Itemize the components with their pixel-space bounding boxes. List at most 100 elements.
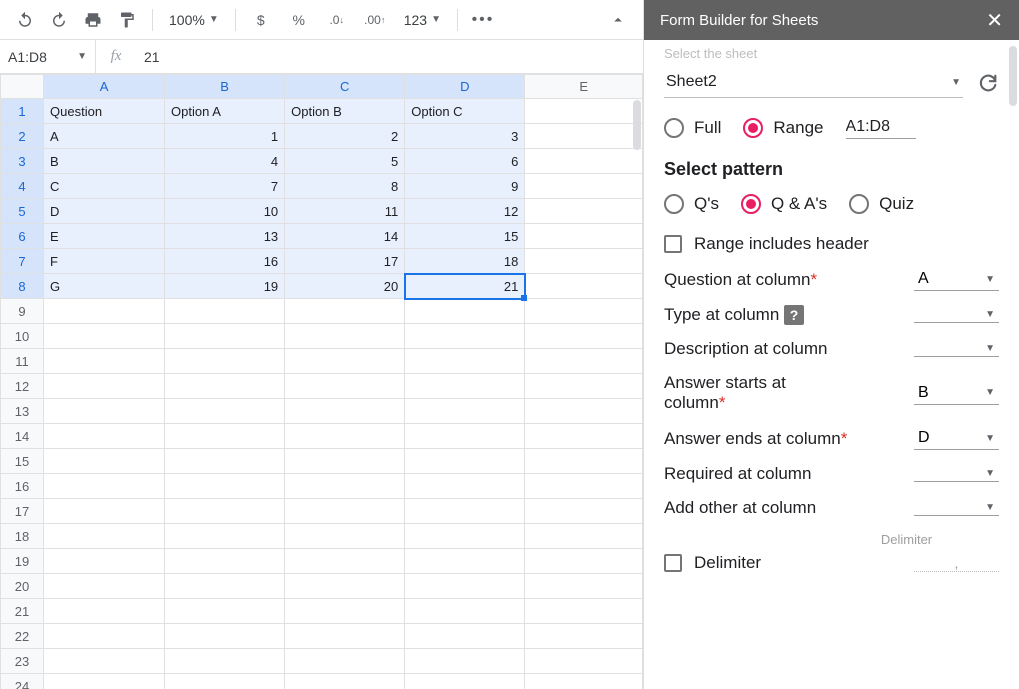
- cell[interactable]: [44, 299, 165, 324]
- print-button[interactable]: [80, 7, 106, 33]
- cell[interactable]: [44, 374, 165, 399]
- cell[interactable]: [44, 424, 165, 449]
- row-header[interactable]: 4: [1, 174, 44, 199]
- cell[interactable]: C: [44, 174, 165, 199]
- cell[interactable]: [525, 649, 643, 674]
- cell[interactable]: 7: [165, 174, 285, 199]
- cell[interactable]: 3: [405, 124, 525, 149]
- sheet-dropdown[interactable]: Sheet2▼: [664, 67, 963, 98]
- cell[interactable]: [525, 524, 643, 549]
- cell[interactable]: 2: [285, 124, 405, 149]
- percent-button[interactable]: %: [286, 7, 312, 33]
- cell[interactable]: [525, 274, 643, 299]
- cell[interactable]: 12: [405, 199, 525, 224]
- cell[interactable]: [525, 124, 643, 149]
- cell[interactable]: 20: [285, 274, 405, 299]
- cell[interactable]: [44, 399, 165, 424]
- row-header[interactable]: 19: [1, 549, 44, 574]
- more-toolbar-button[interactable]: •••: [470, 7, 496, 33]
- cell[interactable]: 6: [405, 149, 525, 174]
- row-header[interactable]: 14: [1, 424, 44, 449]
- cell[interactable]: [285, 299, 405, 324]
- paint-format-button[interactable]: [114, 7, 140, 33]
- row-header[interactable]: 20: [1, 574, 44, 599]
- grid-area[interactable]: ABCDE1QuestionOption AOption BOption C2A…: [0, 74, 643, 689]
- cell[interactable]: [525, 349, 643, 374]
- cell[interactable]: [44, 499, 165, 524]
- cell[interactable]: [525, 424, 643, 449]
- cell[interactable]: [165, 499, 285, 524]
- cell[interactable]: [525, 549, 643, 574]
- cell[interactable]: 9: [405, 174, 525, 199]
- cell[interactable]: [405, 324, 525, 349]
- cell[interactable]: [405, 649, 525, 674]
- row-header[interactable]: 9: [1, 299, 44, 324]
- cell[interactable]: 17: [285, 249, 405, 274]
- cell[interactable]: [405, 524, 525, 549]
- row-header[interactable]: 24: [1, 674, 44, 689]
- cell[interactable]: [525, 324, 643, 349]
- row-header[interactable]: 15: [1, 449, 44, 474]
- cell[interactable]: 14: [285, 224, 405, 249]
- currency-button[interactable]: $: [248, 7, 274, 33]
- answer-start-dropdown[interactable]: B▼: [914, 382, 999, 405]
- cell[interactable]: [405, 399, 525, 424]
- cell[interactable]: 1: [165, 124, 285, 149]
- row-header[interactable]: 17: [1, 499, 44, 524]
- cell[interactable]: [165, 449, 285, 474]
- cell[interactable]: [285, 549, 405, 574]
- vertical-scrollbar[interactable]: [633, 100, 641, 150]
- cell[interactable]: [285, 574, 405, 599]
- cell[interactable]: [405, 349, 525, 374]
- row-header[interactable]: 3: [1, 149, 44, 174]
- column-header[interactable]: C: [285, 75, 405, 99]
- scope-range-radio[interactable]: Range: [743, 118, 823, 138]
- cell[interactable]: Question: [44, 99, 165, 124]
- cell[interactable]: [405, 599, 525, 624]
- row-header[interactable]: 23: [1, 649, 44, 674]
- cell[interactable]: [165, 349, 285, 374]
- cell[interactable]: [44, 674, 165, 689]
- row-header[interactable]: 2: [1, 124, 44, 149]
- cell[interactable]: [165, 599, 285, 624]
- cell[interactable]: [525, 99, 643, 124]
- cell[interactable]: [405, 299, 525, 324]
- required-column-dropdown[interactable]: ▼: [914, 466, 999, 482]
- cell[interactable]: [525, 674, 643, 689]
- undo-button[interactable]: [12, 7, 38, 33]
- cell[interactable]: 5: [285, 149, 405, 174]
- cell[interactable]: [44, 349, 165, 374]
- cell[interactable]: [285, 649, 405, 674]
- row-header[interactable]: 16: [1, 474, 44, 499]
- cell[interactable]: [44, 474, 165, 499]
- cell[interactable]: [525, 174, 643, 199]
- row-header[interactable]: 10: [1, 324, 44, 349]
- row-header[interactable]: 1: [1, 99, 44, 124]
- cell[interactable]: [44, 524, 165, 549]
- row-header[interactable]: 8: [1, 274, 44, 299]
- cell[interactable]: [525, 199, 643, 224]
- cell[interactable]: [525, 474, 643, 499]
- cell[interactable]: Option C: [405, 99, 525, 124]
- cell[interactable]: [525, 449, 643, 474]
- cell[interactable]: [285, 599, 405, 624]
- cell[interactable]: [285, 499, 405, 524]
- column-header[interactable]: D: [405, 75, 525, 99]
- delimiter-value[interactable]: ,: [914, 555, 999, 572]
- cell[interactable]: [285, 399, 405, 424]
- header-checkbox[interactable]: Range includes header: [664, 234, 999, 254]
- cell[interactable]: [405, 499, 525, 524]
- collapse-toolbar-button[interactable]: [605, 7, 631, 33]
- cell[interactable]: [405, 574, 525, 599]
- zoom-dropdown[interactable]: 100%▼: [165, 12, 223, 28]
- increase-decimal-button[interactable]: .00↑: [362, 7, 388, 33]
- cell[interactable]: D: [44, 199, 165, 224]
- close-icon[interactable]: ✕: [986, 8, 1003, 33]
- column-header[interactable]: B: [165, 75, 285, 99]
- row-header[interactable]: 21: [1, 599, 44, 624]
- type-column-dropdown[interactable]: ▼: [914, 307, 999, 323]
- cell[interactable]: 11: [285, 199, 405, 224]
- cell[interactable]: 15: [405, 224, 525, 249]
- range-input[interactable]: [846, 116, 916, 139]
- cell[interactable]: [525, 149, 643, 174]
